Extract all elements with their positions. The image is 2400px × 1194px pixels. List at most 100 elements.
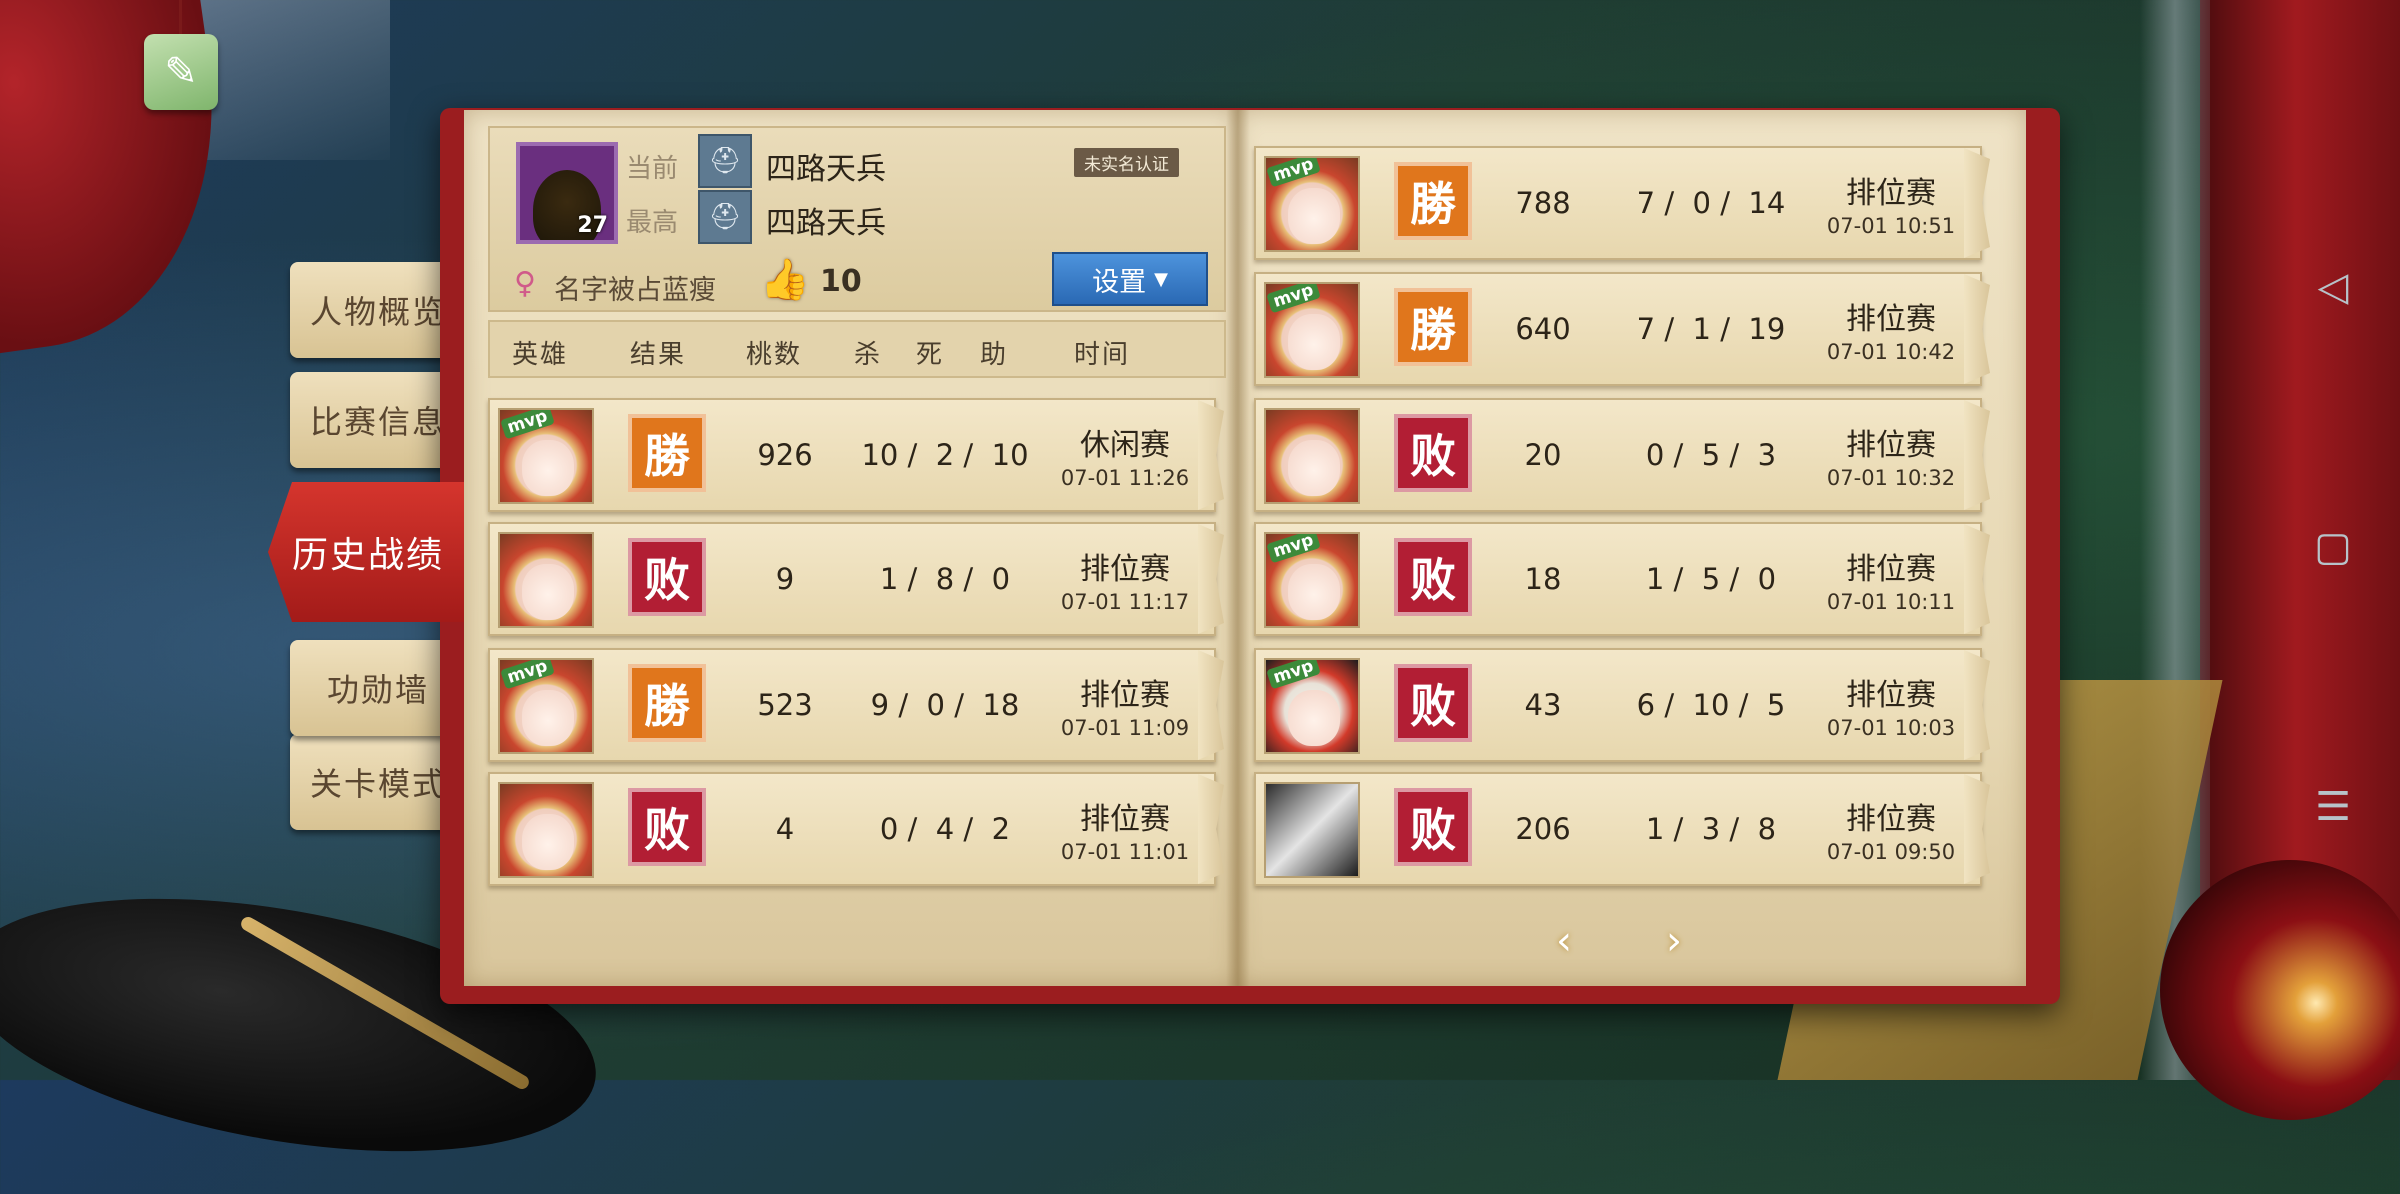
system-menu-icon[interactable]: ☰ bbox=[2306, 780, 2360, 834]
hero-portrait[interactable]: mvp bbox=[1264, 282, 1360, 378]
match-mode: 排位赛 bbox=[1080, 552, 1170, 587]
player-nickname: 名字被占蓝瘦 bbox=[554, 275, 716, 306]
kda-stats: 10 / 2 / 10 bbox=[861, 438, 1029, 472]
settings-label: 设置 bbox=[1092, 266, 1147, 298]
tab-match-history[interactable]: 历史战绩 bbox=[268, 482, 468, 622]
match-row[interactable]: mvp 败 18 1 / 5 / 0 排位赛 07-01 10:11 bbox=[1254, 522, 1982, 636]
column-result: 结果 bbox=[630, 340, 687, 370]
rank-helmet-icon: ⛑ bbox=[698, 134, 752, 188]
mvp-badge: mvp bbox=[1266, 534, 1321, 564]
match-row[interactable]: mvp 勝 640 7 / 1 / 19 排位赛 07-01 10:42 bbox=[1254, 272, 1982, 386]
kda-stats: 1 / 5 / 0 bbox=[1645, 562, 1777, 596]
result-win-icon: 勝 bbox=[1394, 288, 1472, 366]
match-row[interactable]: 败 206 1 / 3 / 8 排位赛 07-01 09:50 bbox=[1254, 772, 1982, 886]
match-row[interactable]: mvp 勝 523 9 / 0 / 18 排位赛 07-01 11:09 bbox=[488, 648, 1216, 762]
result-loss-icon: 败 bbox=[628, 538, 706, 616]
hero-portrait[interactable]: mvp bbox=[1264, 156, 1360, 252]
mvp-badge: mvp bbox=[1266, 660, 1321, 690]
result-loss-icon: 败 bbox=[1394, 664, 1472, 742]
kda-stats: 6 / 10 / 5 bbox=[1636, 688, 1786, 722]
column-kills: 杀 bbox=[854, 340, 883, 370]
match-row[interactable]: mvp 败 43 6 / 10 / 5 排位赛 07-01 10:03 bbox=[1254, 648, 1982, 762]
kda-stats: 0 / 4 / 2 bbox=[879, 812, 1011, 846]
match-mode: 排位赛 bbox=[1080, 678, 1170, 713]
hero-face bbox=[1288, 314, 1340, 370]
female-icon: ♀ bbox=[514, 266, 536, 301]
hero-portrait[interactable]: mvp bbox=[498, 658, 594, 754]
history-column-header: 英雄 结果 桃数 杀 死 助 时间 bbox=[488, 320, 1226, 378]
thumbs-up-icon[interactable]: 👍 bbox=[760, 256, 810, 303]
kda-stats: 0 / 5 / 3 bbox=[1645, 438, 1777, 472]
result-win-icon: 勝 bbox=[628, 664, 706, 742]
player-level: 27 bbox=[577, 213, 608, 238]
hero-face bbox=[1288, 188, 1340, 244]
match-row[interactable]: mvp 勝 788 7 / 0 / 14 排位赛 07-01 10:51 bbox=[1254, 146, 1982, 260]
kda-stats: 1 / 3 / 8 bbox=[1645, 812, 1777, 846]
result-loss-icon: 败 bbox=[628, 788, 706, 866]
highest-rank-label: 最高 bbox=[626, 208, 679, 238]
match-time: 07-01 10:32 bbox=[1826, 466, 1956, 490]
match-row[interactable]: 败 20 0 / 5 / 3 排位赛 07-01 10:32 bbox=[1254, 398, 1982, 512]
match-mode: 排位赛 bbox=[1080, 802, 1170, 837]
match-row[interactable]: 败 9 1 / 8 / 0 排位赛 07-01 11:17 bbox=[488, 522, 1216, 636]
match-time: 07-01 09:50 bbox=[1826, 840, 1956, 864]
kda-stats: 7 / 1 / 19 bbox=[1636, 312, 1786, 346]
mvp-badge: mvp bbox=[1266, 158, 1321, 188]
match-time: 07-01 10:11 bbox=[1826, 590, 1956, 614]
hero-portrait[interactable] bbox=[1264, 782, 1360, 878]
match-time: 07-01 11:17 bbox=[1060, 590, 1190, 614]
next-page-button[interactable]: › bbox=[1666, 918, 1682, 964]
exit-icon: ✎ bbox=[164, 49, 198, 95]
peach-count: 788 bbox=[1515, 186, 1571, 220]
hero-portrait[interactable] bbox=[498, 532, 594, 628]
peach-count: 206 bbox=[1515, 812, 1571, 846]
match-mode: 排位赛 bbox=[1846, 802, 1936, 837]
hero-face bbox=[1288, 690, 1340, 746]
match-row[interactable]: mvp 勝 926 10 / 2 / 10 休闲赛 07-01 11:26 bbox=[488, 398, 1216, 512]
verification-badge[interactable]: 未实名认证 bbox=[1074, 148, 1179, 177]
kda-stats: 7 / 0 / 14 bbox=[1636, 186, 1786, 220]
match-mode: 排位赛 bbox=[1846, 428, 1936, 463]
book-spine bbox=[1226, 110, 1250, 986]
player-profile-card: 27 当前 ⛑ 四路天兵 最高 ⛑ 四路天兵 未实名认证 ♀ 名字被占蓝瘦 👍 … bbox=[488, 126, 1226, 312]
column-time: 时间 bbox=[1074, 340, 1131, 370]
peach-count: 18 bbox=[1524, 562, 1562, 596]
hero-face bbox=[1288, 440, 1340, 496]
system-back-icon[interactable]: ◁ bbox=[2306, 260, 2360, 314]
hero-face bbox=[522, 814, 574, 870]
column-hero: 英雄 bbox=[512, 340, 569, 370]
match-mode: 休闲赛 bbox=[1080, 428, 1170, 463]
match-time: 07-01 11:26 bbox=[1060, 466, 1190, 490]
result-win-icon: 勝 bbox=[1394, 162, 1472, 240]
highest-rank-name: 四路天兵 bbox=[766, 206, 886, 241]
column-deaths: 死 bbox=[916, 340, 945, 370]
avatar[interactable]: 27 bbox=[516, 142, 618, 244]
hero-portrait[interactable] bbox=[498, 782, 594, 878]
settings-button[interactable]: 设置 ▼ bbox=[1052, 252, 1208, 306]
prev-page-button[interactable]: ‹ bbox=[1556, 918, 1572, 964]
hero-portrait[interactable]: mvp bbox=[498, 408, 594, 504]
mvp-badge: mvp bbox=[500, 410, 555, 440]
peach-count: 4 bbox=[775, 812, 795, 846]
result-win-icon: 勝 bbox=[628, 414, 706, 492]
result-loss-icon: 败 bbox=[1394, 538, 1472, 616]
match-mode: 排位赛 bbox=[1846, 302, 1936, 337]
rank-helmet-icon: ⛑ bbox=[698, 190, 752, 244]
hero-portrait[interactable]: mvp bbox=[1264, 658, 1360, 754]
match-row[interactable]: 败 4 0 / 4 / 2 排位赛 07-01 11:01 bbox=[488, 772, 1216, 886]
current-rank-name: 四路天兵 bbox=[766, 152, 886, 187]
hero-portrait[interactable]: mvp bbox=[1264, 532, 1360, 628]
hero-face bbox=[522, 690, 574, 746]
hero-face bbox=[1288, 564, 1340, 620]
hero-portrait[interactable] bbox=[1264, 408, 1360, 504]
exit-tag-button[interactable]: ✎ bbox=[144, 0, 218, 110]
hero-face bbox=[522, 564, 574, 620]
peach-count: 523 bbox=[757, 688, 813, 722]
peach-count: 640 bbox=[1515, 312, 1571, 346]
like-count: 10 bbox=[820, 264, 862, 299]
match-time: 07-01 11:09 bbox=[1060, 716, 1190, 740]
match-time: 07-01 10:51 bbox=[1826, 214, 1956, 238]
match-time: 07-01 11:01 bbox=[1060, 840, 1190, 864]
chevron-right-icon: › bbox=[1666, 918, 1682, 964]
system-home-icon[interactable]: ▢ bbox=[2306, 520, 2360, 574]
